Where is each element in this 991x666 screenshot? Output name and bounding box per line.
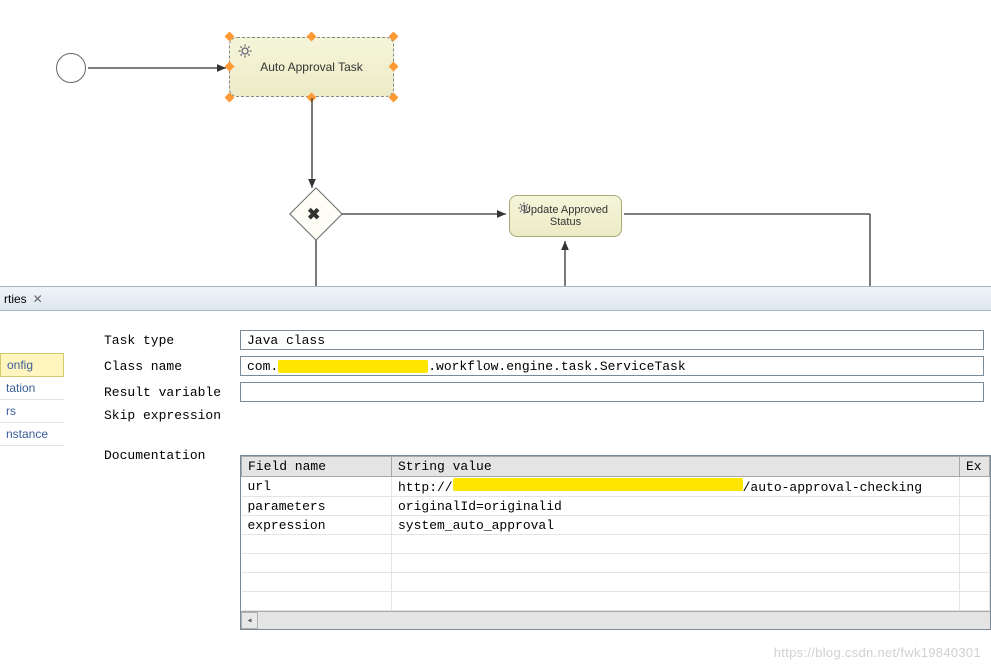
label-task-type: Task type [104, 333, 240, 348]
table-row[interactable] [242, 554, 990, 573]
properties-tabbar: rties✕ [0, 286, 991, 311]
table-scrollbar[interactable]: ◂ [241, 611, 990, 629]
properties-side-tabs: onfig tation rs nstance [0, 329, 64, 446]
table-row[interactable]: urlhttp:///auto-approval-checking [242, 477, 990, 497]
start-event[interactable] [56, 53, 86, 83]
class-name-input[interactable]: com..workflow.engine.task.ServiceTask [240, 356, 984, 376]
gear-icon [237, 43, 253, 62]
th-ex[interactable]: Ex [960, 457, 990, 477]
task-type-value[interactable]: Java class [240, 330, 984, 350]
fields-table[interactable]: Field name String value Ex urlhttp:///au… [240, 455, 991, 630]
table-header-row: Field name String value Ex [242, 457, 990, 477]
side-tab-nstance[interactable]: nstance [0, 423, 64, 446]
scroll-left-icon[interactable]: ◂ [241, 612, 258, 629]
side-tab-rs[interactable]: rs [0, 400, 64, 423]
properties-form: Task type Java class Class name com..wor… [104, 330, 984, 429]
table-row[interactable] [242, 573, 990, 592]
table-row[interactable] [242, 535, 990, 554]
properties-tab[interactable]: rties✕ [4, 292, 43, 306]
th-field-name[interactable]: Field name [242, 457, 392, 477]
close-icon[interactable]: ✕ [33, 292, 43, 306]
watermark: https://blog.csdn.net/fwk19840301 [774, 645, 981, 660]
label-result-variable: Result variable [104, 385, 240, 400]
bpmn-canvas[interactable]: Auto Approval Task Update Approved Statu… [0, 0, 991, 286]
th-string-value[interactable]: String value [392, 457, 960, 477]
label-documentation: Documentation [104, 448, 205, 463]
result-variable-input[interactable] [240, 382, 984, 402]
table-row[interactable]: parametersoriginalId=originalid [242, 497, 990, 516]
label-class-name: Class name [104, 359, 240, 374]
gear-icon [517, 201, 531, 218]
label-skip-expression: Skip expression [104, 408, 240, 423]
task-label: Auto Approval Task [260, 60, 363, 74]
table-row[interactable] [242, 592, 990, 611]
task-update-approved[interactable]: Update Approved Status [509, 195, 622, 237]
side-tab-config[interactable]: onfig [0, 353, 64, 377]
side-tab-tation[interactable]: tation [0, 377, 64, 400]
task-auto-approval[interactable]: Auto Approval Task [229, 37, 394, 97]
exclusive-gateway[interactable] [289, 187, 343, 241]
selection-handle[interactable] [389, 93, 399, 103]
table-row[interactable]: expressionsystem_auto_approval [242, 516, 990, 535]
